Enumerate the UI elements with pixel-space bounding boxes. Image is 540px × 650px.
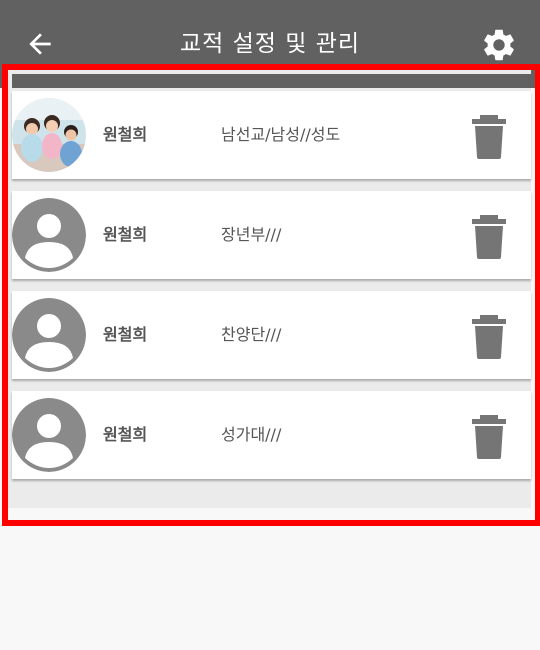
- highlight-frame: [2, 64, 540, 526]
- gear-icon: [484, 29, 514, 61]
- page-title: 교적 설정 및 관리: [179, 31, 361, 57]
- settings-button[interactable]: [479, 25, 519, 65]
